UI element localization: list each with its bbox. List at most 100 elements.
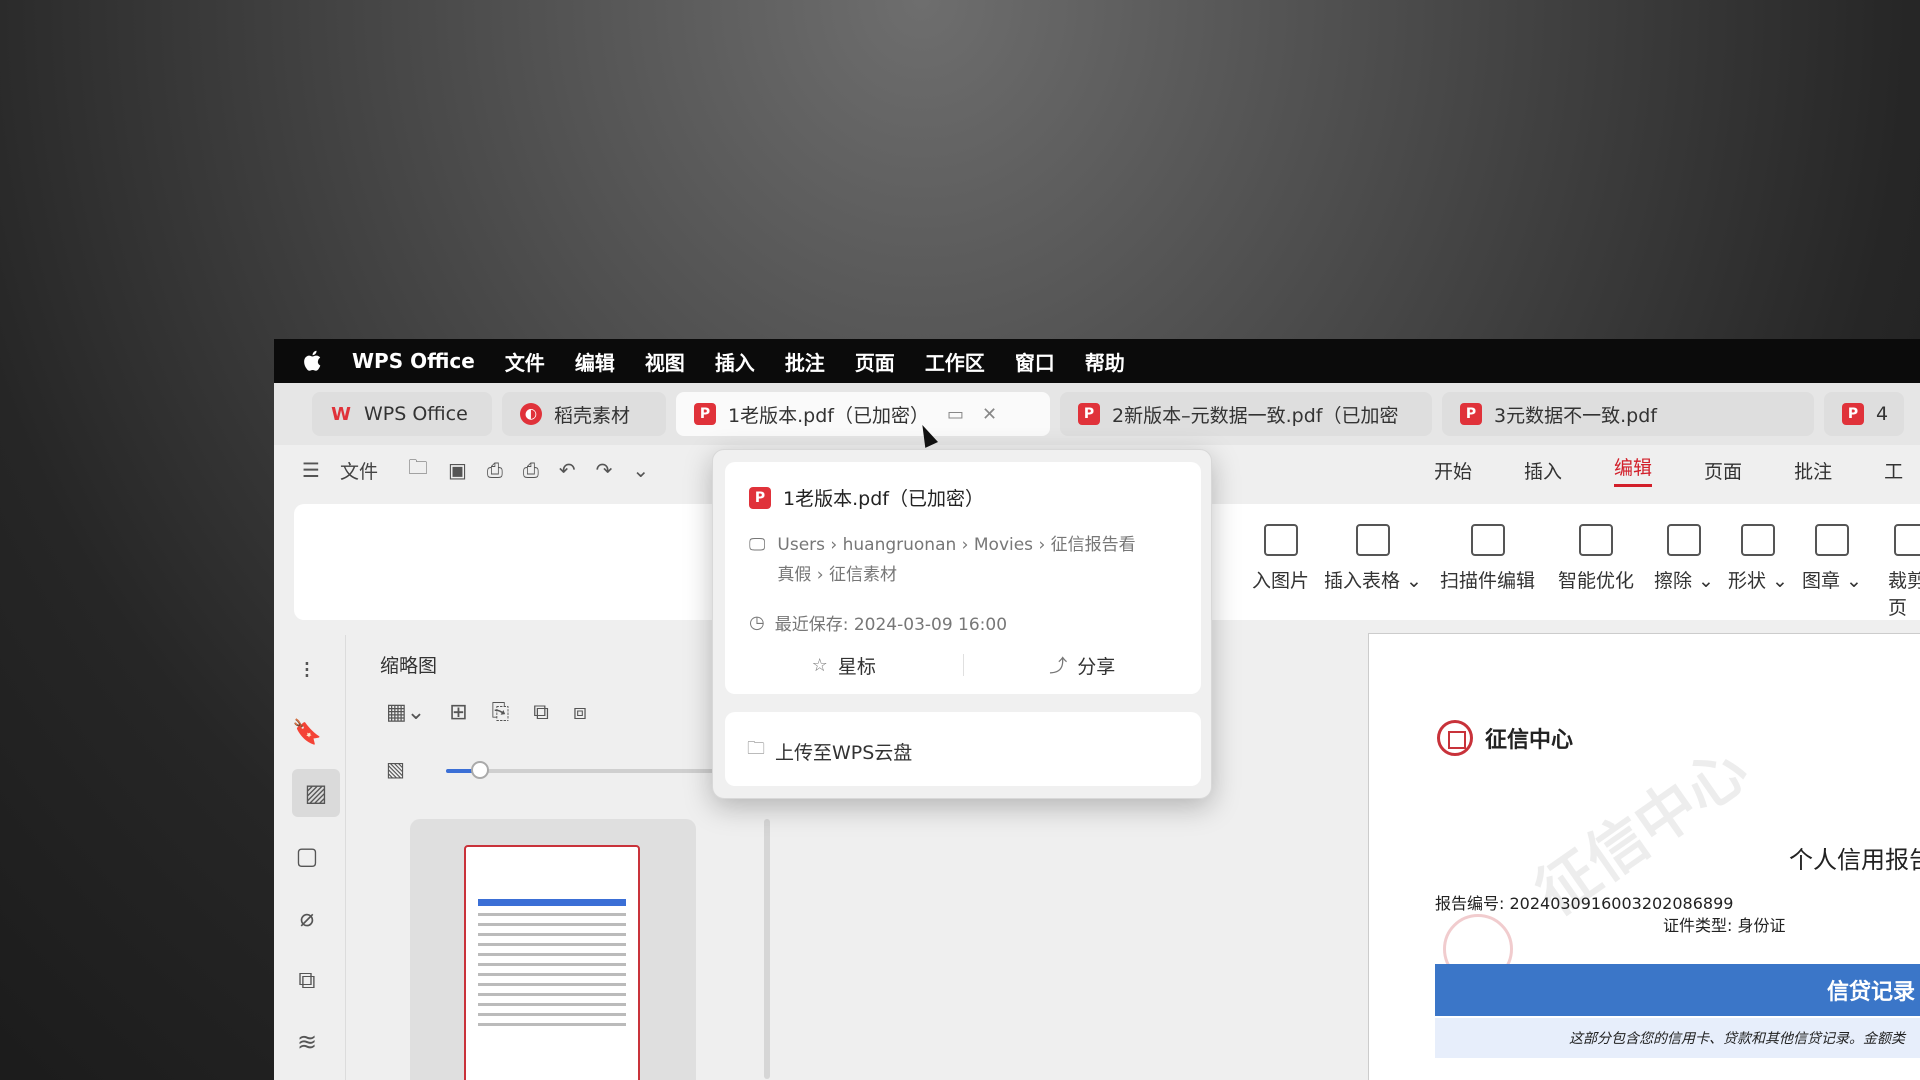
tab-home[interactable]: 开始 [1434,457,1472,484]
docer-icon: ◐ [520,403,542,425]
attachment-icon[interactable]: ⌀ [290,901,324,935]
replace-page-icon[interactable]: ⧉ [533,700,549,725]
menu-edit[interactable]: 编辑 [575,347,615,376]
file-path[interactable]: 🖵 Users › huangruonan › Movies › 征信报告看 真… [749,530,1177,590]
smart-optimize-button[interactable]: 智能优化 [1558,524,1634,593]
last-saved-text: 最近保存: 2024-03-09 16:00 [774,615,1008,635]
pdf-icon: P [749,486,771,509]
tab-pdf-3[interactable]: P 3元数据不一致.pdf [1442,392,1814,436]
thumbnail-card[interactable] [410,819,696,1080]
extract-page-icon[interactable]: ⧈ [573,700,587,725]
clock-icon: ◷ [749,612,765,633]
button-label: 擦除 ⌄ [1654,570,1714,592]
redo-icon[interactable]: ↷ [596,458,613,482]
section-note: 这部分包含您的信用卡、贷款和其他信贷记录。金额类 [1435,1018,1920,1058]
tab-edit[interactable]: 编辑 [1614,453,1653,487]
tab-comment[interactable]: 批注 [1794,457,1832,484]
left-rail: ⁝ 🔖 ▨ ▢ ⌀ ⧉ ≋ [274,635,346,1080]
close-icon[interactable]: ✕ [982,404,997,425]
tab-docer[interactable]: ◐ 稻壳素材 [502,392,666,436]
file-menu-button[interactable]: 文件 [340,457,378,484]
tab-label: WPS Office [364,403,468,425]
slider-knob[interactable] [470,761,489,779]
menu-workspace[interactable]: 工作区 [925,347,985,376]
button-label: 智能优化 [1558,570,1635,592]
grid-view-icon[interactable]: ▦⌄ [386,700,425,725]
crop-page-button[interactable]: 裁剪页 [1888,524,1920,620]
layers-icon[interactable]: ≋ [290,1025,324,1059]
button-label: 入图片 [1252,570,1310,592]
id-type: 证件类型: 身份证 [1663,916,1786,935]
tab-label: 1老版本.pdf（已加密） [728,404,929,427]
image-icon [1263,524,1298,556]
image-size-icon: ▧ [386,757,405,781]
shape-button[interactable]: 形状 ⌄ [1728,524,1788,593]
stamp-icon [1814,524,1849,556]
star-icon: ☆ [811,654,828,676]
optimize-icon [1579,524,1613,556]
tab-pdf-1[interactable]: P 1老版本.pdf（已加密） ▭ ✕ [676,392,1050,436]
menu-app-name[interactable]: WPS Office [352,349,475,373]
tab-tools[interactable]: 工 [1884,457,1903,484]
tab-insert[interactable]: 插入 [1524,457,1562,484]
print-icon[interactable]: ⎙ [487,458,503,482]
comment-icon[interactable]: ▢ [290,839,324,873]
star-button[interactable]: ☆ 星标 [725,652,963,679]
page-extract-icon[interactable]: ⧉ [290,963,324,997]
thumbnail-scrollbar[interactable] [764,819,770,1079]
add-page-icon[interactable]: ⊞ [449,700,467,725]
menu-comment[interactable]: 批注 [785,347,825,376]
upload-card[interactable]: 🗀 上传至WPS云盘 [725,712,1201,786]
tab-label: 4 [1876,403,1889,425]
menu-page[interactable]: 页面 [855,347,895,376]
tab-label: 2新版本–元数据一致.pdf（已加密 [1112,404,1399,427]
chevron-down-icon[interactable]: ⌄ [632,458,649,482]
tab-pdf-4[interactable]: P 4 [1824,392,1904,436]
menu-view[interactable]: 视图 [645,347,685,376]
scan-edit-button[interactable]: 扫描件编辑 [1440,524,1535,593]
menu-insert[interactable]: 插入 [715,347,755,376]
credit-center-logo-icon [1437,720,1473,756]
save-icon[interactable]: ▣ [448,458,467,482]
share-icon: ⤴ [1049,656,1068,677]
section-header: 信贷记录 [1435,964,1920,1016]
apple-icon[interactable] [302,349,322,373]
insert-table-button[interactable]: 插入表格 ⌄ [1324,524,1422,593]
popup-actions: ☆ 星标 ⤴ 分享 [725,642,1201,688]
erase-button[interactable]: 擦除 ⌄ [1654,524,1714,593]
thumbnail-icon[interactable]: ▨ [292,769,340,817]
menu-window[interactable]: 窗口 [1015,347,1055,376]
stamp-button[interactable]: 图章 ⌄ [1802,524,1862,593]
panel-title: 缩略图 [380,655,438,677]
tab-pdf-2[interactable]: P 2新版本–元数据一致.pdf（已加密 [1060,392,1432,436]
path-line-1: Users › huangruonan › Movies › 征信报告看 [777,535,1136,555]
eraser-icon [1666,524,1701,556]
open-folder-icon[interactable]: 🗀 [408,453,428,487]
computer-icon: 🖵 [749,535,766,555]
menu-list-icon[interactable]: ☰ [302,458,320,482]
menu-file[interactable]: 文件 [505,347,545,376]
bookmark-icon[interactable]: 🔖 [290,715,324,749]
outline-icon[interactable]: ⁝ [290,653,324,687]
share-button[interactable]: ⤴ 分享 [964,652,1202,679]
scan-edit-icon [1470,524,1505,556]
insert-page-icon[interactable]: ⎘ [492,700,510,725]
document-heading: 个人信用报告 [1789,846,1920,874]
logo-text: 征信中心 [1485,727,1574,753]
page-thumbnail[interactable] [464,845,640,1080]
pdf-icon: P [1078,403,1100,425]
thumbnail-zoom-slider[interactable] [446,761,726,779]
tab-wps-home[interactable]: W WPS Office [312,392,492,436]
monitor-icon[interactable]: ▭ [947,404,964,425]
wps-logo-icon: W [331,403,351,425]
insert-image-button[interactable]: 入图片 [1252,524,1309,593]
button-label: 图章 ⌄ [1802,570,1862,592]
shape-icon [1740,524,1775,556]
popup-file-name: 1老版本.pdf（已加密） [783,488,984,510]
undo-icon[interactable]: ↶ [559,458,576,482]
menu-help[interactable]: 帮助 [1085,347,1125,376]
print-preview-icon[interactable]: ⎙ [523,458,539,482]
upload-cloud-button[interactable]: 🗀 上传至WPS云盘 [747,736,912,766]
tab-page[interactable]: 页面 [1704,457,1742,484]
button-label: 裁剪页 [1888,570,1920,619]
